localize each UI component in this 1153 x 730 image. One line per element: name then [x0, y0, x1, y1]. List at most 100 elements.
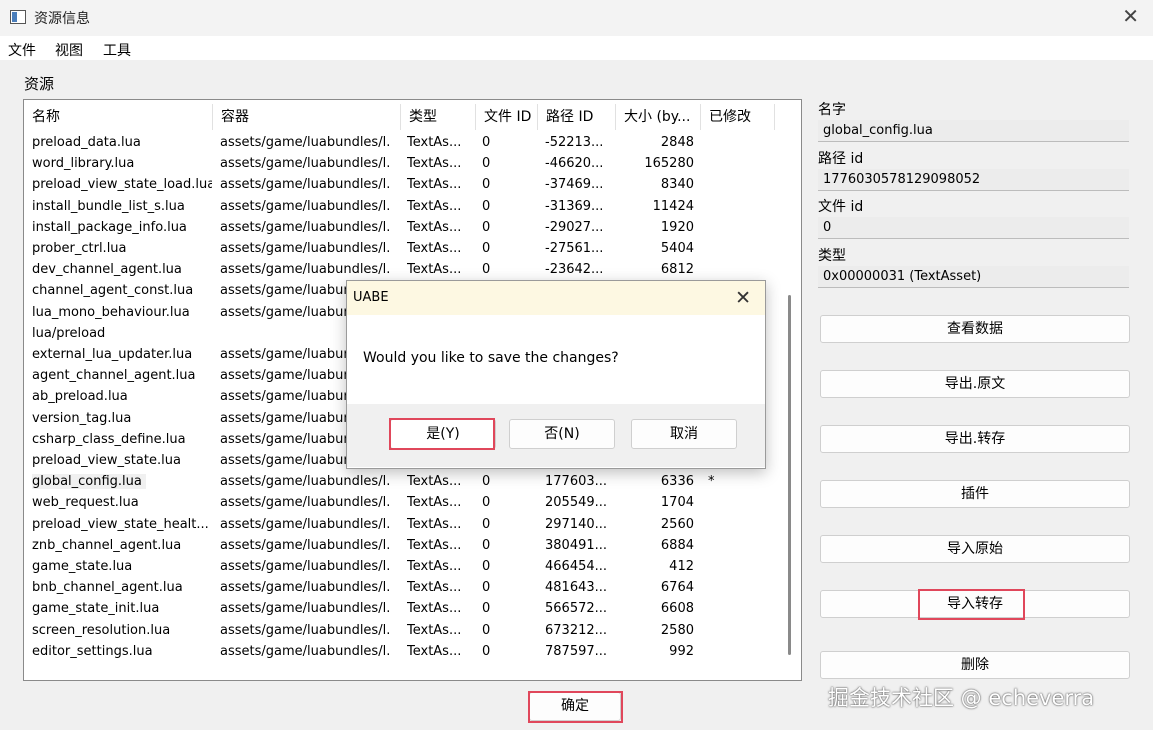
- cell-text: TextAs...: [407, 580, 462, 596]
- cell-text: 0: [482, 262, 491, 278]
- dialog-close-icon[interactable]: ✕: [735, 287, 751, 309]
- cell-text: 6608: [660, 601, 694, 617]
- table-row[interactable]: editor_settings.lua assets/game/luabundle…: [24, 641, 784, 662]
- table-row[interactable]: preload_view_state_healt... assets/game/l…: [24, 514, 784, 535]
- table-row[interactable]: global_config.lua assets/game/luabundles/…: [24, 471, 784, 492]
- cell-text: word_library.lua: [32, 156, 135, 172]
- cell-text: lua/preload: [32, 325, 106, 341]
- table-cell: 2848: [622, 132, 694, 153]
- table-cell: assets/game/luabundles/l...: [220, 620, 390, 641]
- table-cell: 412: [622, 556, 694, 577]
- cell-text: 0: [482, 495, 491, 511]
- table-cell: word_library.lua: [32, 153, 212, 174]
- table-scrollbar[interactable]: [788, 295, 791, 655]
- table-row[interactable]: preload_view_state_load.lua assets/game/l…: [24, 174, 784, 195]
- table-cell: agent_channel_agent.lua: [32, 365, 212, 386]
- cell-text: lua_mono_behaviour.lua: [32, 304, 190, 320]
- table-row[interactable]: znb_channel_agent.lua assets/game/luabund…: [24, 535, 784, 556]
- column-header-path-id[interactable]: 路径 ID: [538, 104, 616, 130]
- cell-text: 165280: [644, 156, 694, 172]
- table-row[interactable]: screen_resolution.lua assets/game/luabund…: [24, 620, 784, 641]
- watermark: 掘金技术社区 @ echeverra: [828, 686, 1095, 710]
- remove-button[interactable]: 删除: [820, 651, 1130, 679]
- cell-text: TextAs...: [407, 516, 462, 532]
- cell-text: editor_settings.lua: [32, 643, 153, 659]
- name-label: 名字: [818, 102, 846, 118]
- table-cell: lua/preload: [32, 323, 212, 344]
- table-row[interactable]: install_bundle_list_s.lua assets/game/lua…: [24, 196, 784, 217]
- cell-text: assets/game/luabundles/l...: [220, 135, 390, 150]
- table-row[interactable]: game_state.lua assets/game/luabundles/l..…: [24, 556, 784, 577]
- column-header-modified[interactable]: 已修改: [701, 104, 775, 130]
- table-row[interactable]: dev_channel_agent.lua assets/game/luabund…: [24, 259, 784, 280]
- plugins-button[interactable]: 插件: [820, 480, 1130, 508]
- table-cell: game_state.lua: [32, 556, 212, 577]
- cancel-button[interactable]: 取消: [631, 419, 737, 449]
- table-cell: dev_channel_agent.lua: [32, 259, 212, 280]
- cell-text: assets/game/luabundles/l...: [220, 241, 390, 256]
- table-cell: TextAs...: [407, 598, 471, 619]
- menu-view[interactable]: 视图: [55, 40, 83, 60]
- column-header-name[interactable]: 名称: [24, 104, 213, 130]
- table-cell: 673212...: [545, 620, 610, 641]
- cell-text: bnb_channel_agent.lua: [32, 580, 183, 596]
- cell-text: 2580: [660, 622, 694, 638]
- cell-text: 0: [482, 156, 491, 172]
- table-cell: 6812: [622, 259, 694, 280]
- cell-text: channel_agent_const.lua: [32, 283, 194, 299]
- table-cell: *: [708, 471, 748, 492]
- cell-text: -27561...: [545, 241, 604, 256]
- cell-text: 6884: [660, 537, 694, 553]
- cell-text: assets/game/luabundles/l...: [220, 559, 390, 574]
- table-cell: 165280: [622, 153, 694, 174]
- table-cell: 0: [482, 514, 532, 535]
- table-cell: 0: [482, 217, 532, 238]
- no-button[interactable]: 否(N): [509, 419, 615, 449]
- cell-text: assets/game/luabundles/l...: [220, 643, 390, 659]
- file-id-label: 文件 id: [818, 199, 864, 215]
- menu-tools[interactable]: 工具: [103, 40, 131, 60]
- window-title: 资源信息: [34, 11, 90, 27]
- table-row[interactable]: bnb_channel_agent.lua assets/game/luabund…: [24, 577, 784, 598]
- table-row[interactable]: word_library.lua assets/game/luabundles/l…: [24, 153, 784, 174]
- table-row[interactable]: game_state_init.lua assets/game/luabundle…: [24, 598, 784, 619]
- table-cell: 992: [622, 641, 694, 662]
- close-icon[interactable]: ✕: [1122, 6, 1139, 26]
- table-cell: znb_channel_agent.lua: [32, 535, 212, 556]
- table-cell: assets/game/luabundles/l...: [220, 535, 390, 556]
- table-cell: -27561...: [545, 238, 610, 259]
- export-dump-button[interactable]: 导出.转存: [820, 425, 1130, 453]
- cell-text: -29027...: [545, 219, 604, 235]
- table-cell: -29027...: [545, 217, 610, 238]
- table-cell: TextAs...: [407, 535, 471, 556]
- table-row[interactable]: web_request.lua assets/game/luabundles/l.…: [24, 492, 784, 513]
- cell-text: screen_resolution.lua: [32, 622, 171, 638]
- table-cell: 297140...: [545, 514, 610, 535]
- view-data-button[interactable]: 查看数据: [820, 315, 1130, 343]
- column-header-file-id[interactable]: 文件 ID: [476, 104, 538, 130]
- column-header-type[interactable]: 类型: [401, 104, 476, 130]
- cell-text: game_state.lua: [32, 559, 133, 574]
- cell-text: assets/game/luabund: [220, 410, 360, 426]
- cell-text: csharp_class_define.lua: [32, 431, 186, 447]
- cell-text: 566572...: [545, 601, 608, 617]
- cell-text: TextAs...: [407, 601, 462, 617]
- import-raw-button[interactable]: 导入原始: [820, 535, 1130, 563]
- table-cell: prober_ctrl.lua: [32, 238, 212, 259]
- name-field: global_config.lua: [818, 120, 1129, 142]
- column-header-size[interactable]: 大小 (by...: [616, 104, 701, 130]
- table-row[interactable]: prober_ctrl.lua assets/game/luabundles/l.…: [24, 238, 784, 259]
- dialog-message: Would you like to save the changes?: [363, 350, 619, 366]
- table-cell: assets/game/luabundles/l...: [220, 174, 390, 195]
- table-cell: 0: [482, 238, 532, 259]
- table-cell: 0: [482, 598, 532, 619]
- cell-text: *: [708, 474, 715, 490]
- table-row[interactable]: preload_data.lua assets/game/luabundles/l…: [24, 132, 784, 153]
- table-row[interactable]: install_package_info.lua assets/game/luab…: [24, 217, 784, 238]
- export-raw-button[interactable]: 导出.原文: [820, 370, 1130, 398]
- cell-text: TextAs...: [407, 495, 462, 511]
- table-cell: -23642...: [545, 259, 610, 280]
- menu-file[interactable]: 文件: [8, 40, 36, 60]
- column-header-container[interactable]: 容器: [213, 104, 401, 130]
- cell-text: assets/game/luabund: [220, 431, 360, 447]
